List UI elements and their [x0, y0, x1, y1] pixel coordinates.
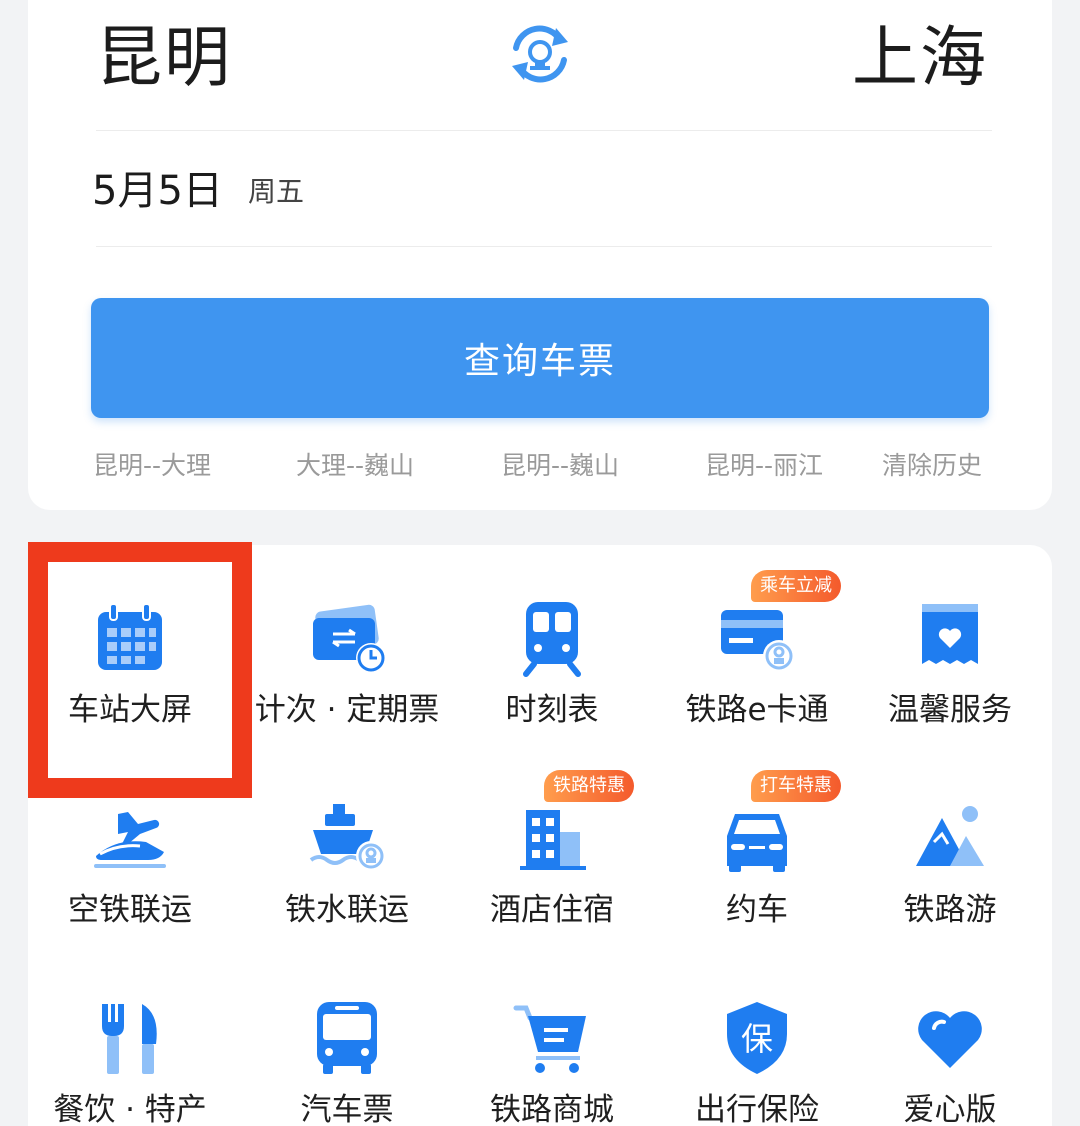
service-bus-ticket[interactable]: 汽车票 — [245, 948, 449, 1126]
service-rail-mall[interactable]: 铁路商城 — [450, 948, 654, 1126]
ship-icon — [309, 804, 386, 871]
service-label: 空铁联运 — [68, 892, 192, 928]
departure-city[interactable]: 昆明 — [96, 18, 232, 98]
service-label: 温馨服务 — [888, 692, 1012, 728]
train-icon — [523, 602, 581, 677]
service-rail-tour[interactable]: 铁路游 — [848, 748, 1052, 948]
divider — [96, 246, 992, 247]
ticket-clock-icon — [313, 604, 386, 673]
swap-cities-icon[interactable] — [504, 18, 576, 90]
arrival-city[interactable]: 上海 — [852, 18, 988, 98]
service-label: 铁路游 — [903, 892, 997, 928]
travel-date[interactable]: 5月5日 — [92, 166, 223, 216]
plane-train-icon — [94, 812, 166, 868]
travel-weekday: 周五 — [248, 175, 305, 208]
divider — [96, 130, 992, 131]
service-label: 爱心版 — [903, 1092, 997, 1126]
service-care-version[interactable]: 爱心版 — [848, 948, 1052, 1126]
history-item[interactable]: 昆明--巍山 — [501, 448, 619, 484]
shield-label: 保 — [741, 1020, 773, 1058]
car-icon — [727, 814, 787, 872]
hotel-icon — [520, 810, 586, 870]
heart-box-icon — [922, 604, 978, 664]
service-rail-water[interactable]: 铁水联运 — [245, 748, 449, 948]
history-item[interactable]: 昆明--丽江 — [705, 448, 823, 484]
history-item[interactable]: 大理--巍山 — [296, 448, 414, 484]
service-hotel[interactable]: 铁路特惠 酒店住宿 — [450, 748, 654, 948]
heart-icon — [918, 1011, 982, 1068]
service-food-specialty[interactable]: 餐饮 · 特产 — [28, 948, 232, 1126]
service-count-ticket[interactable]: 计次 · 定期票 — [245, 548, 449, 748]
shield-icon: 保 — [727, 1002, 787, 1074]
clear-history-button[interactable]: 清除历史 — [882, 448, 982, 484]
service-timetable[interactable]: 时刻表 — [450, 548, 654, 748]
service-warm-service[interactable]: 温馨服务 — [848, 548, 1052, 748]
fork-knife-icon — [102, 1004, 157, 1074]
service-label: 餐饮 · 特产 — [53, 1092, 207, 1126]
bus-icon — [317, 1002, 377, 1074]
mountain-icon — [916, 806, 984, 866]
history-item[interactable]: 昆明--大理 — [93, 448, 211, 484]
cart-icon — [513, 1005, 586, 1073]
search-tickets-button[interactable]: 查询车票 — [91, 298, 989, 418]
highlight-box — [28, 542, 252, 798]
card-icon — [721, 610, 795, 672]
